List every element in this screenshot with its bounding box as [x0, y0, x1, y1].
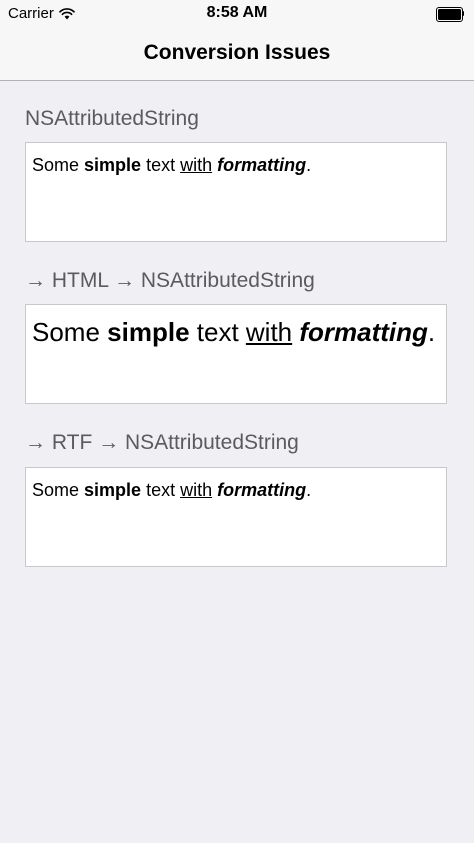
- navigation-bar: Conversion Issues: [0, 28, 474, 81]
- section-label-original: NSAttributedString: [25, 107, 199, 130]
- status-bar: Carrier 8:58 AM: [0, 0, 474, 28]
- text-view-rtf[interactable]: Some simple text with formatting.: [25, 467, 447, 567]
- section-label-rtf: → RTF → NSAttributedString: [25, 431, 299, 454]
- sample-text: Some simple text with formatting.: [32, 317, 436, 347]
- sample-text: Some simple text with formatting.: [32, 155, 312, 175]
- sample-text: Some simple text with formatting.: [32, 480, 312, 500]
- text-view-original[interactable]: Some simple text with formatting.: [25, 142, 447, 242]
- text-view-html[interactable]: Some simple text with formatting.: [25, 304, 447, 404]
- status-time: 8:58 AM: [206, 4, 268, 21]
- battery-icon: [436, 7, 464, 22]
- section-label-html: → HTML → NSAttributedString: [25, 269, 315, 292]
- nav-title: Conversion Issues: [143, 41, 331, 64]
